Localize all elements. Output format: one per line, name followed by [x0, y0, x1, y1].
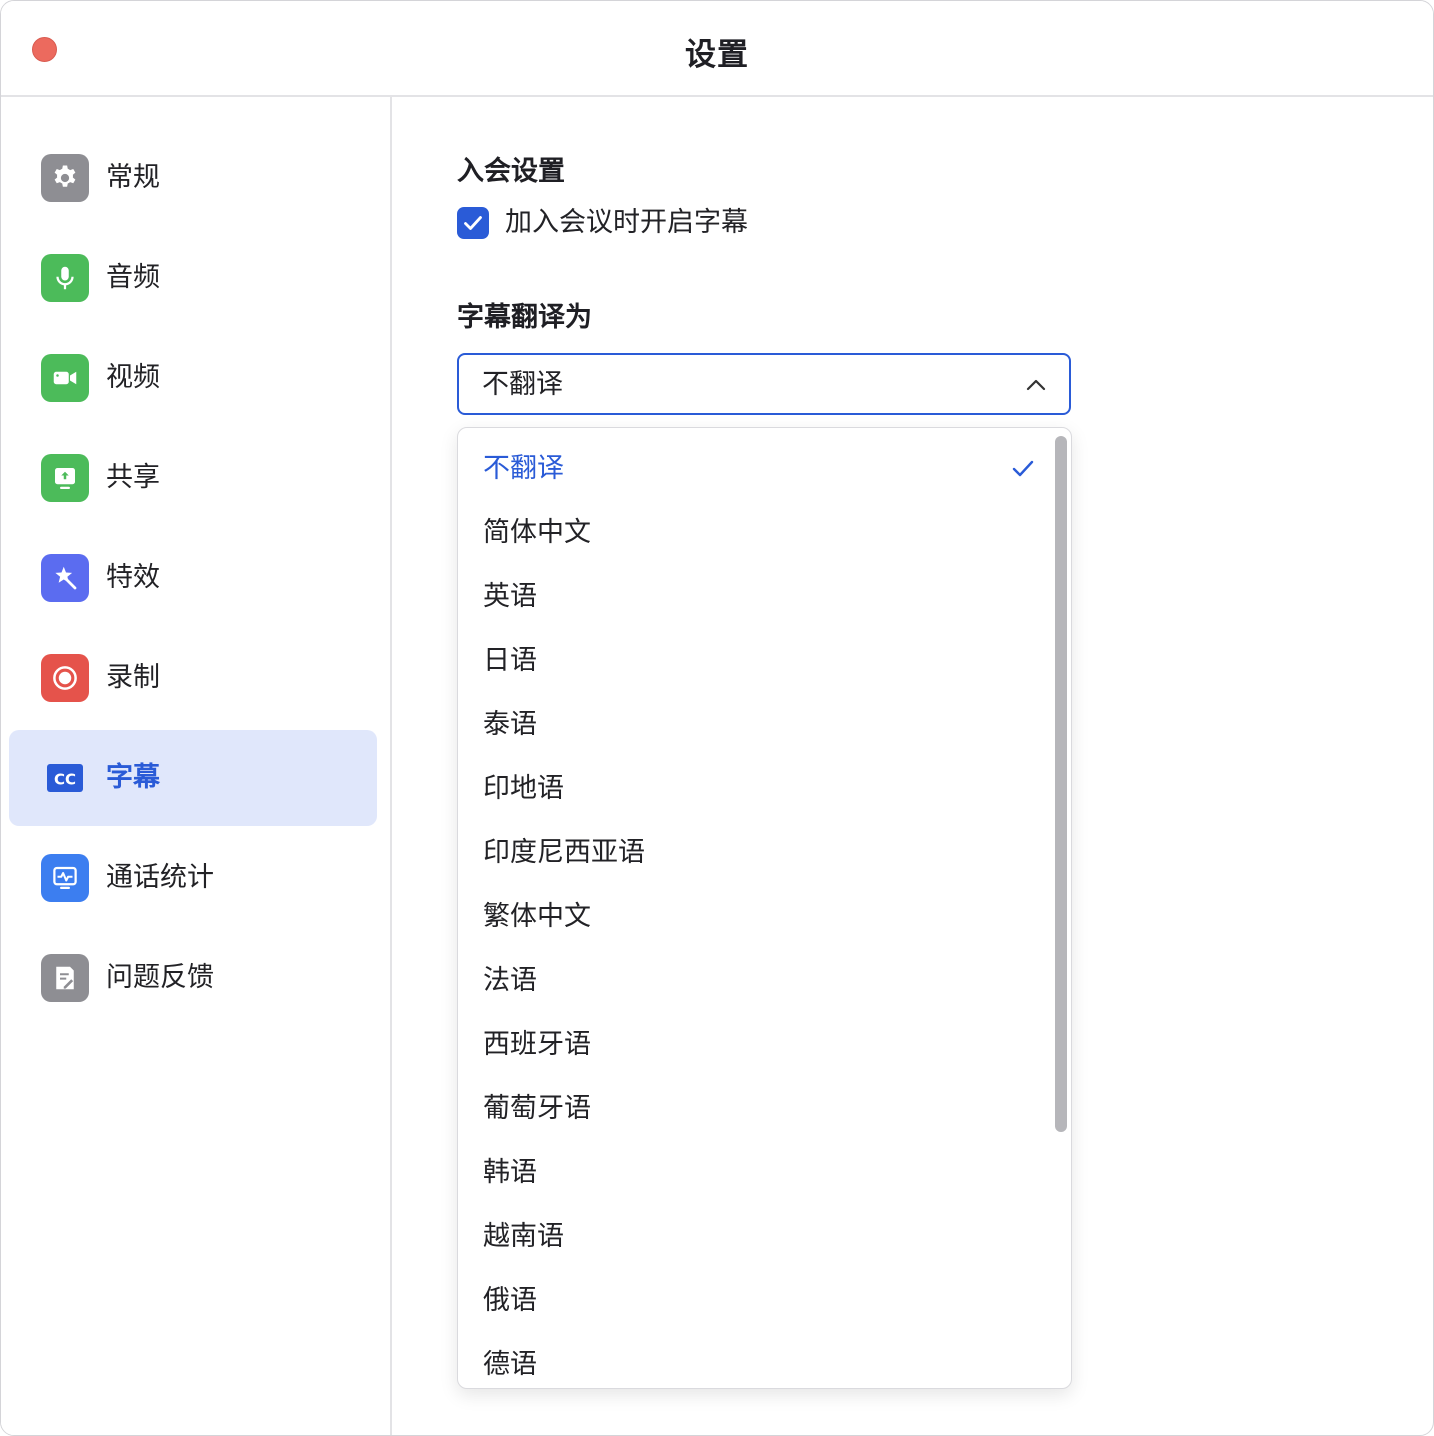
- sidebar-item-label: 通话统计: [106, 862, 214, 893]
- option-label: 英语: [483, 581, 537, 612]
- title-bar: 设置: [1, 1, 1433, 97]
- checkmark-icon: [464, 216, 482, 230]
- share-screen-icon: [41, 454, 89, 502]
- dropdown-option[interactable]: 西班牙语: [458, 1013, 1048, 1077]
- sidebar-item-statistics[interactable]: 通话统计: [9, 830, 377, 926]
- translation-language-select[interactable]: 不翻译: [457, 353, 1071, 415]
- sidebar: 常规 音频 视频 共享 特效 录制 CC 字幕 通话统计 问题反馈: [1, 97, 392, 1435]
- dropdown-option[interactable]: 繁体中文: [458, 885, 1048, 949]
- dropdown-option[interactable]: 不翻译: [458, 437, 1048, 501]
- option-label: 越南语: [483, 1221, 564, 1252]
- sidebar-item-label: 常规: [106, 162, 160, 193]
- sidebar-item-captions[interactable]: CC 字幕: [9, 730, 377, 826]
- cc-icon: CC: [41, 754, 89, 802]
- dropdown-scrollbar[interactable]: [1055, 436, 1067, 1132]
- selected-check-icon: [1012, 460, 1034, 477]
- option-label: 繁体中文: [483, 901, 591, 932]
- option-label: 印度尼西亚语: [483, 837, 645, 868]
- microphone-icon: [41, 254, 89, 302]
- sidebar-item-label: 特效: [106, 562, 160, 593]
- enable-captions-checkbox[interactable]: [457, 207, 489, 239]
- option-label: 俄语: [483, 1285, 537, 1316]
- dropdown-option[interactable]: 日语: [458, 629, 1048, 693]
- dropdown-option[interactable]: 印地语: [458, 757, 1048, 821]
- settings-window: 设置 常规 音频 视频 共享 特效 录制 CC 字幕 通话统计 问题反馈 入会设…: [0, 0, 1434, 1436]
- option-label: 不翻译: [483, 453, 564, 484]
- enable-captions-label: 加入会议时开启字幕: [505, 207, 748, 238]
- option-label: 简体中文: [483, 517, 591, 548]
- sidebar-item-recording[interactable]: 录制: [9, 630, 377, 726]
- sidebar-item-label: 音频: [106, 262, 160, 293]
- option-label: 德语: [483, 1349, 537, 1380]
- language-dropdown-list[interactable]: 不翻译 简体中文 英语 日语 泰语 印地语 印度尼西亚语 繁体中文 法语 西班牙…: [457, 427, 1072, 1389]
- svg-text:CC: CC: [54, 771, 76, 789]
- captions-settings-panel: 入会设置 加入会议时开启字幕 字幕翻译为 不翻译 不翻译 简体中文 英语 日语 …: [392, 97, 1433, 1435]
- join-settings-heading: 入会设置: [457, 156, 565, 187]
- effects-icon: [41, 554, 89, 602]
- option-label: 葡萄牙语: [483, 1093, 591, 1124]
- option-label: 韩语: [483, 1157, 537, 1188]
- sidebar-item-label: 视频: [106, 362, 160, 393]
- dropdown-option[interactable]: 泰语: [458, 693, 1048, 757]
- option-label: 印地语: [483, 773, 564, 804]
- stats-icon: [41, 854, 89, 902]
- video-camera-icon: [41, 354, 89, 402]
- translate-captions-heading: 字幕翻译为: [457, 302, 592, 333]
- sidebar-item-label: 问题反馈: [106, 962, 214, 993]
- record-icon: [41, 654, 89, 702]
- dropdown-option[interactable]: 印度尼西亚语: [458, 821, 1048, 885]
- dropdown-option[interactable]: 俄语: [458, 1269, 1048, 1333]
- dropdown-option[interactable]: 德语: [458, 1333, 1048, 1388]
- option-label: 法语: [483, 965, 537, 996]
- option-label: 日语: [483, 645, 537, 676]
- sidebar-item-general[interactable]: 常规: [9, 130, 377, 226]
- sidebar-item-effects[interactable]: 特效: [9, 530, 377, 626]
- dropdown-option[interactable]: 英语: [458, 565, 1048, 629]
- sidebar-item-audio[interactable]: 音频: [9, 230, 377, 326]
- dropdown-option[interactable]: 法语: [458, 949, 1048, 1013]
- window-title: 设置: [685, 37, 749, 73]
- sidebar-item-feedback[interactable]: 问题反馈: [9, 930, 377, 1026]
- sidebar-item-video[interactable]: 视频: [9, 330, 377, 426]
- option-label: 泰语: [483, 709, 537, 740]
- option-label: 西班牙语: [483, 1029, 591, 1060]
- dropdown-option[interactable]: 简体中文: [458, 501, 1048, 565]
- sidebar-item-label: 字幕: [106, 762, 160, 793]
- sidebar-item-share[interactable]: 共享: [9, 430, 377, 526]
- select-value: 不翻译: [482, 369, 563, 400]
- dropdown-option[interactable]: 葡萄牙语: [458, 1077, 1048, 1141]
- gear-icon: [41, 154, 89, 202]
- dropdown-option[interactable]: 越南语: [458, 1205, 1048, 1269]
- sidebar-item-label: 录制: [106, 662, 160, 693]
- sidebar-item-label: 共享: [106, 462, 160, 493]
- dropdown-option[interactable]: 韩语: [458, 1141, 1048, 1205]
- feedback-icon: [41, 954, 89, 1002]
- chevron-up-icon: [1026, 379, 1046, 391]
